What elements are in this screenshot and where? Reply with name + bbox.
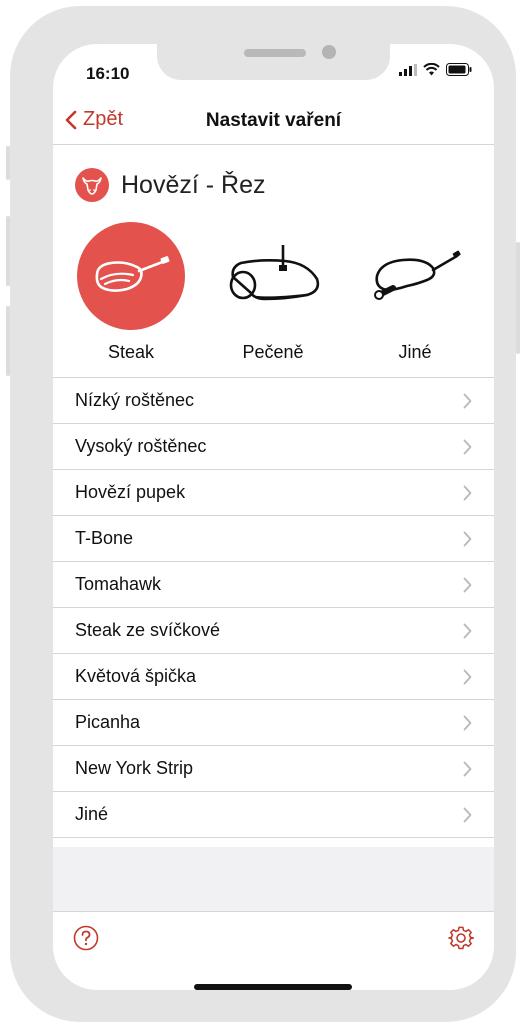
category-label: Jiné [398,342,432,362]
question-circle-icon [73,925,99,951]
chevron-right-icon [463,439,472,454]
list-item-label: Steak ze svíčkové [75,620,221,640]
list-item[interactable]: T-Bone [53,516,494,562]
bottom-toolbar [53,912,494,972]
list-item[interactable]: Vysoký roštěnec [53,424,494,470]
notch [157,44,390,80]
category-roast[interactable]: Pečeně [208,222,338,363]
camera [322,45,336,59]
heading-text: Hovězí - Řez [121,170,266,199]
chevron-right-icon [463,715,472,730]
battery-icon [446,63,472,76]
settings-button[interactable] [448,925,475,956]
list-item[interactable]: Květová špička [53,654,494,700]
cow-head-icon [75,168,109,202]
category-other-circle [361,222,469,330]
chevron-right-icon [463,393,472,408]
signal-icon [399,63,417,76]
help-button[interactable] [73,925,99,956]
category-steak[interactable]: Steak [66,222,196,363]
page-title: Nastavit vaření [205,110,342,131]
list-item[interactable]: Hovězí pupek [53,470,494,516]
status-icons [399,63,472,76]
list-item-label: Nízký roštěnec [75,390,195,410]
chevron-right-icon [463,531,472,546]
phone-frame: 16:10 Zpět Nastavit vaření Hovězí - Řez … [6,6,520,1022]
category-other[interactable]: Jiné [350,222,480,363]
chevron-right-icon [463,577,472,592]
list-item[interactable]: Picanha [53,700,494,746]
chevron-right-icon [463,485,472,500]
chevron-right-icon [463,761,472,776]
steak-icon [95,256,170,292]
list-item-label: Jiné [75,804,109,824]
empty-area [53,847,494,912]
gear-icon [448,926,475,950]
power-button [516,242,520,354]
list-item-label: Hovězí pupek [75,482,186,502]
category-roast-circle [219,222,327,330]
chevron-right-icon [463,807,472,822]
category-steak-circle [77,222,185,330]
home-indicator[interactable] [194,984,352,990]
volume-up-button [6,216,10,286]
list-item-label: Vysoký roštěnec [75,436,207,456]
list-item-label: T-Bone [75,528,134,548]
list-item[interactable]: Nízký roštěnec [53,378,494,424]
speaker [244,49,306,57]
volume-down-button [6,306,10,376]
screen: 16:10 Zpět Nastavit vaření Hovězí - Řez … [53,44,494,990]
section-heading: Hovězí - Řez [75,168,265,202]
chevron-right-icon [463,623,472,638]
list-item[interactable]: Jiné [53,792,494,838]
mute-switch [6,146,10,180]
wifi-icon [423,63,440,76]
roast-icon [229,245,320,301]
other-cut-icon [374,250,461,300]
list-item[interactable]: Steak ze svíčkové [53,608,494,654]
category-label: Steak [107,342,155,362]
nav-bar: Zpět Nastavit vaření [53,100,494,145]
list-item-label: Picanha [75,712,141,732]
chevron-right-icon [463,669,472,684]
list-item-label: Tomahawk [75,574,162,594]
list-item-label: Květová špička [75,666,197,686]
category-label: Pečeně [242,342,304,362]
cut-list: Nízký roštěnec Vysoký roštěnec Hovězí pu… [53,377,494,838]
status-time: 16:10 [86,64,130,83]
list-item[interactable]: New York Strip [53,746,494,792]
list-item[interactable]: Tomahawk [53,562,494,608]
list-item-label: New York Strip [75,758,194,778]
category-selector: Steak Pečeně Jiné [53,222,494,362]
